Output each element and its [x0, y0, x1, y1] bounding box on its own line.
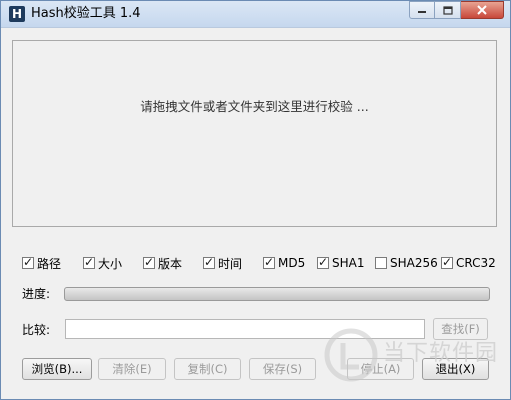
title-bar[interactable]: H Hash校验工具 1.4	[1, 1, 510, 28]
stop-button[interactable]: 停止(A)	[347, 358, 414, 380]
hash-options: ✓ 路径 ✓ 大小 ✓ 版本 ✓ 时间 ✓ MD5 ✓ SHA1 SHA256 …	[22, 254, 502, 272]
app-window: H Hash校验工具 1.4 请拖拽文件或者文件夹到这里进行校验 ... ✓ 路…	[0, 0, 511, 400]
option-version-checkbox[interactable]: ✓ 版本	[143, 254, 182, 272]
option-sha256-checkbox[interactable]: SHA256	[375, 254, 438, 272]
option-label: 大小	[98, 256, 123, 271]
find-button[interactable]: 查找(F)	[433, 318, 488, 340]
save-button[interactable]: 保存(S)	[249, 358, 316, 380]
window-title: Hash校验工具 1.4	[31, 6, 141, 21]
check-icon: ✓	[264, 255, 275, 269]
file-drop-area[interactable]: 请拖拽文件或者文件夹到这里进行校验 ...	[12, 40, 497, 227]
maximize-button[interactable]	[435, 1, 461, 19]
browse-button[interactable]: 浏览(B)...	[22, 358, 92, 380]
drop-prompt: 请拖拽文件或者文件夹到这里进行校验 ...	[140, 99, 369, 114]
option-label: SHA1	[332, 256, 365, 270]
check-icon: ✓	[442, 255, 453, 269]
option-time-checkbox[interactable]: ✓ 时间	[203, 254, 242, 272]
checkbox-box[interactable]: ✓	[143, 255, 155, 269]
option-label: 路径	[37, 256, 62, 271]
window-controls	[409, 1, 504, 21]
copy-button[interactable]: 复制(C)	[174, 358, 241, 380]
compare-input[interactable]	[65, 319, 425, 339]
option-label: MD5	[278, 256, 306, 270]
checkbox-box[interactable]	[375, 257, 387, 269]
checkbox-box[interactable]: ✓	[203, 255, 215, 269]
check-icon: ✓	[23, 255, 34, 269]
check-icon: ✓	[144, 255, 155, 269]
maximize-icon	[442, 5, 453, 15]
option-size-checkbox[interactable]: ✓ 大小	[83, 254, 122, 272]
option-md5-checkbox[interactable]: ✓ MD5	[263, 254, 305, 272]
close-button[interactable]	[461, 1, 504, 19]
progress-bar	[64, 287, 490, 301]
checkbox-box[interactable]: ✓	[441, 255, 453, 269]
check-icon: ✓	[318, 255, 329, 269]
check-icon: ✓	[84, 255, 95, 269]
minimize-button[interactable]	[409, 1, 435, 19]
minimize-icon	[418, 11, 426, 13]
app-logo-icon: H	[9, 6, 25, 22]
option-label: 版本	[158, 256, 183, 271]
checkbox-box[interactable]: ✓	[317, 255, 329, 269]
exit-button[interactable]: 退出(X)	[422, 358, 489, 380]
check-icon: ✓	[204, 255, 215, 269]
checkbox-box[interactable]: ✓	[83, 255, 95, 269]
option-label: 时间	[218, 256, 243, 271]
option-sha1-checkbox[interactable]: ✓ SHA1	[317, 254, 364, 272]
option-label: SHA256	[390, 256, 438, 270]
option-path-checkbox[interactable]: ✓ 路径	[22, 254, 61, 272]
progress-label: 进度:	[22, 287, 51, 301]
option-crc32-checkbox[interactable]: ✓ CRC32	[441, 254, 496, 272]
compare-label: 比较:	[22, 323, 51, 337]
checkbox-box[interactable]: ✓	[22, 255, 34, 269]
close-icon	[477, 5, 487, 15]
option-label: CRC32	[456, 256, 496, 270]
checkbox-box[interactable]: ✓	[263, 255, 275, 269]
clear-button[interactable]: 清除(E)	[98, 358, 166, 380]
